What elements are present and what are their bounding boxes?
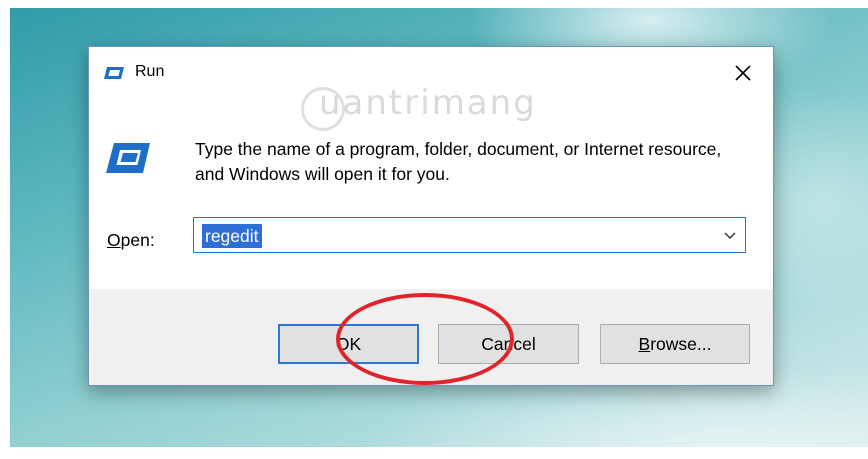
window-title: Run <box>135 63 165 80</box>
browse-button[interactable]: Browse... <box>600 324 750 364</box>
open-label-accel: O <box>107 230 121 250</box>
watermark-text: uantrimang <box>319 83 537 123</box>
open-combobox[interactable]: regedit <box>193 217 746 253</box>
run-large-icon <box>105 141 151 175</box>
open-label-text: pen: <box>120 230 155 250</box>
border-top <box>0 0 868 8</box>
red-highlight-ring <box>336 293 514 385</box>
instruction-text: Type the name of a program, folder, docu… <box>195 139 722 184</box>
border-left <box>0 0 10 459</box>
open-label: Open: <box>107 230 155 251</box>
browse-label: rowse... <box>650 333 712 354</box>
chevron-down-icon[interactable] <box>722 228 738 244</box>
open-input-value[interactable]: regedit <box>202 224 262 248</box>
browse-accel: B <box>638 333 651 354</box>
border-bottom <box>0 447 868 459</box>
close-icon[interactable] <box>729 59 757 87</box>
run-icon <box>103 65 125 81</box>
